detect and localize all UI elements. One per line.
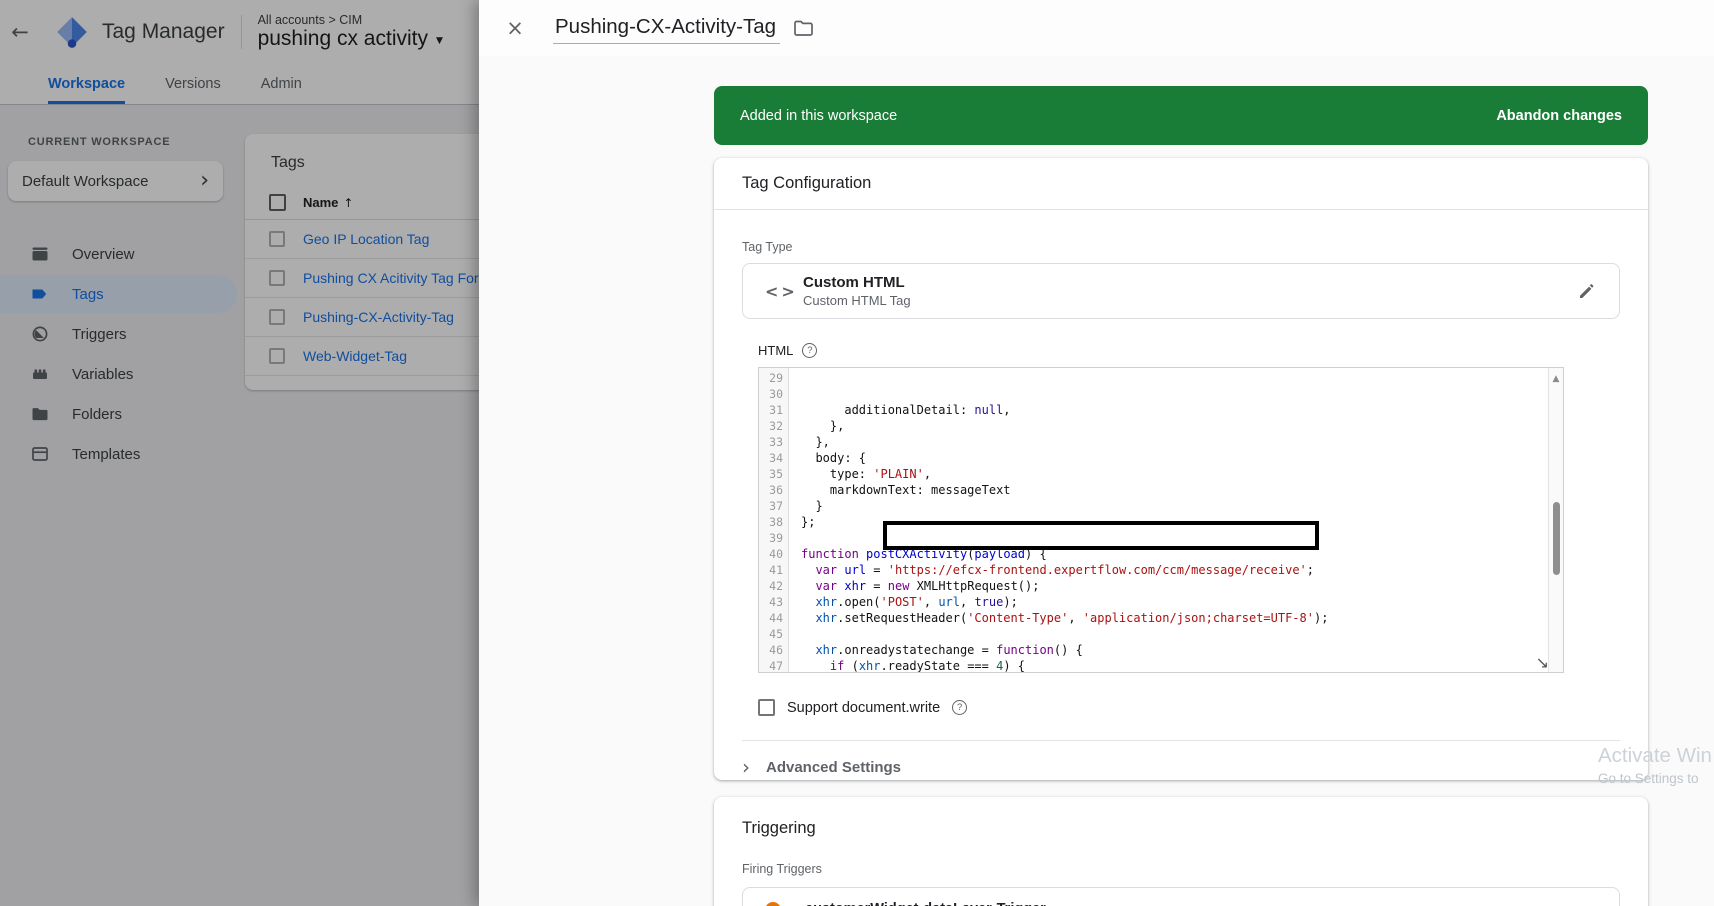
advanced-settings-toggle[interactable]: › Advanced Settings (742, 757, 1620, 777)
html-field-label: HTML (758, 343, 793, 358)
tag-name-field[interactable]: Pushing-CX-Activity-Tag (553, 13, 780, 44)
firing-triggers-label: Firing Triggers (742, 862, 1620, 876)
trigger-name: customerWidget-dataLayer-Trigger (805, 901, 1046, 906)
editor-scrollbar[interactable]: ▲ (1548, 368, 1563, 672)
help-icon[interactable]: ? (802, 343, 817, 358)
help-icon[interactable]: ? (952, 700, 967, 715)
folder-outline-icon (792, 17, 814, 39)
close-icon[interactable]: × (503, 16, 527, 40)
support-document-write-label: Support document.write (787, 700, 940, 716)
advanced-settings-label: Advanced Settings (766, 759, 901, 776)
move-to-folder-button[interactable] (792, 17, 814, 39)
trigger-type-icon (765, 902, 781, 906)
pencil-icon (1577, 281, 1597, 301)
chevron-right-icon: › (742, 757, 750, 777)
tag-configuration-card: Tag Configuration Tag Type <> Custom HTM… (714, 158, 1648, 780)
tag-editor-panel: × Pushing-CX-Activity-Tag Added in this … (479, 0, 1714, 906)
html-code-editor[interactable]: 29303132333435363738394041424344454647 a… (758, 367, 1564, 673)
tag-type-label: Tag Type (742, 240, 1620, 254)
editor-gutter: 29303132333435363738394041424344454647 (759, 368, 789, 672)
panel-header: × Pushing-CX-Activity-Tag (479, 0, 1714, 56)
scrollbar-thumb[interactable] (1553, 502, 1560, 575)
banner-message: Added in this workspace (740, 108, 1496, 124)
divider (742, 740, 1620, 741)
abandon-changes-button[interactable]: Abandon changes (1496, 108, 1622, 124)
scroll-up-icon[interactable]: ▲ (1549, 371, 1563, 387)
tag-type-name: Custom HTML (803, 274, 1577, 291)
panel-body: Added in this workspace Abandon changes … (479, 56, 1714, 906)
help-glyph: ? (957, 702, 962, 713)
triggering-title: Triggering (742, 797, 1620, 838)
support-document-write-checkbox[interactable] (758, 699, 775, 716)
editor-code-lines: additionalDetail: null, }, }, body: { ty… (801, 402, 1563, 672)
resize-handle-icon[interactable]: ↘ (1536, 655, 1549, 671)
firing-trigger-row[interactable]: customerWidget-dataLayer-Trigger (742, 887, 1620, 906)
workspace-banner: Added in this workspace Abandon changes (714, 86, 1648, 145)
tag-type-selector[interactable]: <> Custom HTML Custom HTML Tag (742, 263, 1620, 319)
edit-tag-type-button[interactable] (1577, 281, 1597, 301)
help-glyph: ? (807, 345, 812, 356)
tag-configuration-title: Tag Configuration (714, 158, 1648, 210)
code-brackets-icon: <> (765, 282, 803, 301)
editor-code-area[interactable]: additionalDetail: null, }, }, body: { ty… (789, 368, 1563, 672)
triggering-card: Triggering Firing Triggers customerWidge… (714, 797, 1648, 906)
tag-type-description: Custom HTML Tag (803, 293, 1577, 308)
